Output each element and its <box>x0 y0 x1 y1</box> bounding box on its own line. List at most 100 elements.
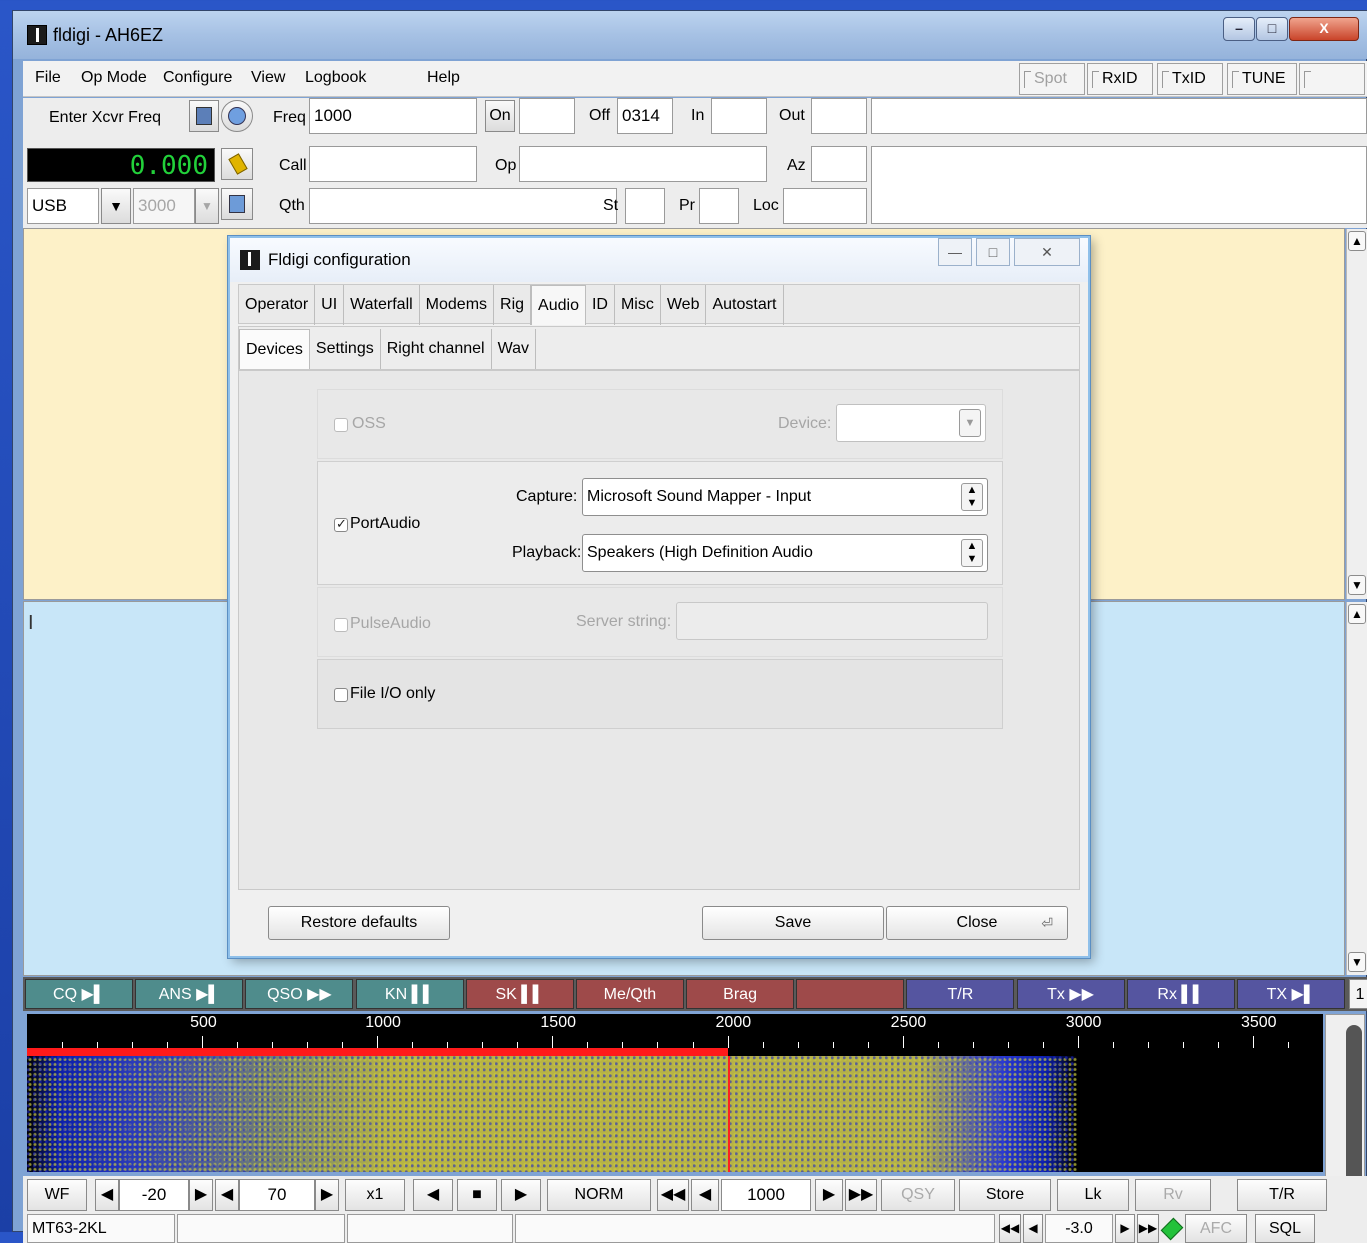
broom-icon[interactable] <box>221 148 253 180</box>
pr-input[interactable] <box>699 188 739 224</box>
macro-button-7[interactable]: Brag <box>686 979 795 1009</box>
tab-misc[interactable]: Misc <box>615 285 661 325</box>
store-button[interactable]: Store <box>959 1179 1051 1211</box>
menu-op-mode[interactable]: Op Mode <box>81 69 147 87</box>
macro-button-4[interactable]: KN ▌▌ <box>355 979 464 1009</box>
dialog-close-icon[interactable]: ✕ <box>1014 238 1080 266</box>
tx-scrollbar[interactable]: ▲ ▼ <box>1346 602 1367 975</box>
in-input[interactable] <box>711 98 767 134</box>
menu-file[interactable]: File <box>35 69 61 87</box>
s2n-up-icon[interactable]: ▶ <box>1115 1214 1135 1243</box>
freq-fast-up-icon[interactable]: ▶▶ <box>845 1179 877 1211</box>
playback-select[interactable]: Speakers (High Definition Audio ▲ ▼ <box>582 534 988 572</box>
menu-configure[interactable]: Configure <box>163 69 232 87</box>
subtab-right-channel[interactable]: Right channel <box>381 329 492 369</box>
ref-down-icon[interactable]: ◀ <box>95 1179 119 1211</box>
maximize-button[interactable]: □ <box>1256 17 1288 41</box>
portaudio-checkbox[interactable] <box>334 516 348 532</box>
range-up-icon[interactable]: ▶ <box>315 1179 339 1211</box>
sql-toggle[interactable]: SQL <box>1255 1214 1315 1243</box>
freq-fast-down-icon[interactable]: ◀◀ <box>657 1179 689 1211</box>
mode-dropdown-icon[interactable]: ▼ <box>101 188 131 224</box>
capture-spin-icon[interactable]: ▲ ▼ <box>961 483 983 511</box>
speed-left-icon[interactable]: ◀ <box>413 1179 453 1211</box>
spot-toggle[interactable]: Spot <box>1019 63 1085 95</box>
on-input[interactable] <box>519 98 575 134</box>
menu-help[interactable]: Help <box>427 69 460 87</box>
save-button[interactable]: Save <box>702 906 884 940</box>
dialog-minimize-icon[interactable]: — <box>938 238 972 266</box>
globe-icon[interactable] <box>221 100 253 132</box>
tune-toggle[interactable]: TUNE <box>1227 63 1297 95</box>
wf-mode-button[interactable]: WF <box>27 1179 87 1211</box>
server-string-input[interactable] <box>676 602 988 640</box>
call-input[interactable] <box>309 146 477 182</box>
bandwidth-dropdown-icon[interactable]: ▼ <box>195 188 219 224</box>
ref-up-icon[interactable]: ▶ <box>189 1179 213 1211</box>
s2n-down-icon[interactable]: ◀ <box>1023 1214 1043 1243</box>
tab-modems[interactable]: Modems <box>420 285 495 325</box>
close-dialog-button[interactable]: Close ⏎ <box>886 906 1068 940</box>
lock-toggle[interactable]: Lk <box>1057 1179 1129 1211</box>
macro-button-5[interactable]: SK ▌▌ <box>465 979 574 1009</box>
macro-button-9[interactable]: T/R <box>906 979 1015 1009</box>
macro-button-11[interactable]: Rx ▌▌ <box>1126 979 1235 1009</box>
macro-button-6[interactable]: Me/Qth <box>575 979 684 1009</box>
bandwidth-select[interactable]: 3000 <box>133 188 195 224</box>
txid-toggle[interactable]: TxID <box>1157 63 1223 95</box>
subtab-devices[interactable]: Devices <box>239 329 310 369</box>
macro-button-3[interactable]: QSO ▶▶ <box>245 979 354 1009</box>
tab-web[interactable]: Web <box>661 285 707 325</box>
norm-button[interactable]: NORM <box>547 1179 651 1211</box>
tx-scroll-down-icon[interactable]: ▼ <box>1348 952 1366 972</box>
rx-scroll-up-icon[interactable]: ▲ <box>1348 231 1366 251</box>
freq-list-icon[interactable] <box>189 100 219 132</box>
tr-toggle[interactable]: T/R <box>1237 1179 1327 1211</box>
s2n-field[interactable]: -3.0 <box>1045 1214 1113 1243</box>
oss-device-select[interactable]: ▼ <box>836 404 986 442</box>
s2n-fast-up-icon[interactable]: ▶▶ <box>1137 1214 1159 1243</box>
extra-toggle[interactable] <box>1299 63 1365 95</box>
op-input[interactable] <box>519 146 767 182</box>
reverse-toggle[interactable]: Rv <box>1135 1179 1211 1211</box>
tx-scroll-up-icon[interactable]: ▲ <box>1348 604 1366 624</box>
subtab-wav[interactable]: Wav <box>492 329 536 369</box>
fileio-checkbox[interactable] <box>334 688 348 702</box>
menu-logbook[interactable]: Logbook <box>305 69 366 87</box>
waterfall-display[interactable] <box>27 1056 1323 1172</box>
tab-id[interactable]: ID <box>586 285 615 325</box>
macro-page-button[interactable]: 1 <box>1349 979 1367 1009</box>
close-button[interactable]: X <box>1289 17 1359 41</box>
freq-down-icon[interactable]: ◀ <box>691 1179 719 1211</box>
tab-waterfall[interactable]: Waterfall <box>344 285 420 325</box>
pulseaudio-checkbox[interactable] <box>334 618 348 632</box>
s2n-fast-down-icon[interactable]: ◀◀ <box>999 1214 1021 1243</box>
rx-scroll-down-icon[interactable]: ▼ <box>1348 575 1366 595</box>
st-input[interactable] <box>625 188 665 224</box>
capture-select[interactable]: Microsoft Sound Mapper - Input ▲ ▼ <box>582 478 988 516</box>
restore-defaults-button[interactable]: Restore defaults <box>268 906 450 940</box>
tab-rig[interactable]: Rig <box>494 285 532 325</box>
macro-button-12[interactable]: TX ▶▌ <box>1236 979 1345 1009</box>
tab-ui[interactable]: UI <box>315 285 345 325</box>
macro-button-1[interactable]: CQ ▶▌ <box>25 979 134 1009</box>
notes-input-1[interactable] <box>871 98 1367 134</box>
notes-input-2[interactable] <box>871 146 1367 224</box>
range-field[interactable]: 70 <box>239 1179 315 1211</box>
rx-scrollbar[interactable]: ▲ ▼ <box>1346 229 1367 599</box>
playback-spin-icon[interactable]: ▲ ▼ <box>961 539 983 567</box>
subtab-settings[interactable]: Settings <box>310 329 381 369</box>
oss-dropdown-icon[interactable]: ▼ <box>959 409 981 437</box>
freq-up-icon[interactable]: ▶ <box>815 1179 843 1211</box>
qsy-button[interactable]: QSY <box>881 1179 955 1211</box>
out-input[interactable] <box>811 98 867 134</box>
tab-autostart[interactable]: Autostart <box>706 285 784 325</box>
mode-select[interactable]: USB <box>27 188 99 224</box>
tab-audio[interactable]: Audio <box>531 285 586 325</box>
tab-operator[interactable]: Operator <box>239 285 316 325</box>
off-input[interactable]: 0314 <box>617 98 673 134</box>
oss-checkbox[interactable] <box>334 418 348 432</box>
afc-toggle[interactable]: AFC <box>1185 1214 1247 1243</box>
freq-input[interactable]: 1000 <box>309 98 477 134</box>
minimize-button[interactable]: – <box>1223 17 1255 41</box>
